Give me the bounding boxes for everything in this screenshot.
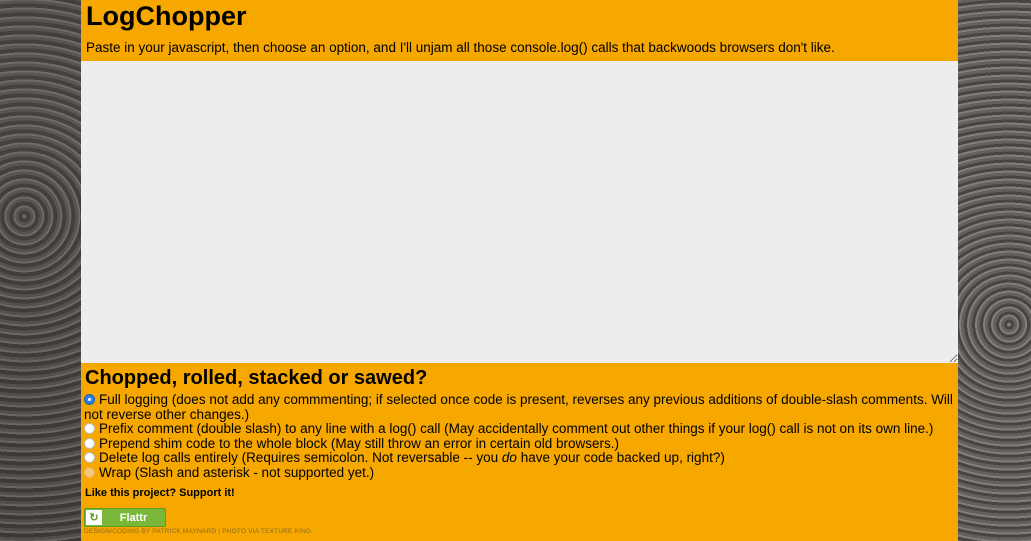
background-wood-left (0, 0, 81, 541)
credits-text: DESIGN/CODING BY PATRICK MAYNARD | PHOTO… (84, 528, 312, 535)
option-prefix-comment[interactable]: Prefix comment (double slash) to any lin… (84, 421, 954, 437)
option-prefix-comment-label: Prefix comment (double slash) to any lin… (99, 421, 934, 436)
options-group: Full logging (does not add any commmenti… (84, 392, 954, 481)
option-delete-label-part2: have your code backed up, right?) (516, 450, 725, 465)
option-wrap: Wrap (Slash and asterisk - not supported… (84, 464, 954, 481)
option-full-logging[interactable]: Full logging (does not add any commmenti… (84, 392, 954, 422)
option-delete-log-calls[interactable]: Delete log calls entirely (Requires semi… (84, 450, 954, 466)
radio-prefix-comment[interactable] (84, 423, 95, 434)
radio-full-logging[interactable] (84, 394, 95, 405)
option-delete-label-emphasis: do (501, 450, 517, 465)
background-wood-right (958, 0, 1031, 541)
radio-wrap (84, 466, 95, 478)
radio-prepend-shim[interactable] (84, 437, 95, 449)
option-full-logging-label: Full logging (does not add any commmenti… (84, 392, 953, 422)
intro-text: Paste in your javascript, then choose an… (86, 40, 835, 55)
main-panel: LogChopper Paste in your javascript, the… (81, 0, 958, 541)
option-prepend-shim[interactable]: Prepend shim code to the whole block (Ma… (84, 435, 954, 452)
page-title: LogChopper (86, 1, 247, 31)
option-delete-label-part1: Delete log calls entirely (Requires semi… (99, 450, 502, 465)
code-input[interactable] (81, 61, 958, 363)
option-prepend-shim-label: Prepend shim code to the whole block (Ma… (99, 435, 619, 451)
flattr-button[interactable]: ↻ Flattr (84, 508, 166, 527)
support-text: Like this project? Support it! (85, 487, 235, 499)
radio-delete-log-calls[interactable] (84, 452, 95, 463)
option-wrap-label: Wrap (Slash and asterisk - not supported… (99, 464, 375, 480)
options-heading: Chopped, rolled, stacked or sawed? (85, 367, 428, 389)
flattr-logo-icon: ↻ (86, 510, 102, 525)
flattr-label: Flattr (119, 511, 148, 524)
